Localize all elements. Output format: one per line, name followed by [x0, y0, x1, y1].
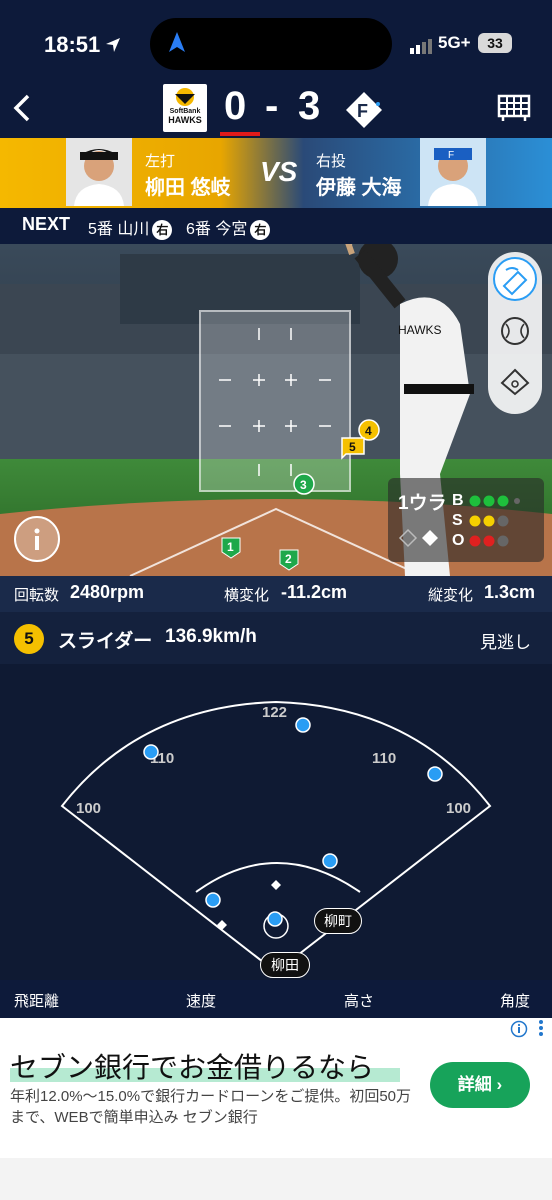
hand-badge: 右 [250, 220, 271, 240]
svg-text:4: 4 [365, 424, 372, 438]
strikes-label: S [452, 512, 463, 529]
bases-icon [398, 528, 438, 548]
ad-details-button[interactable]: 詳細 › [430, 1062, 530, 1108]
hawks-emblem-icon [175, 88, 195, 106]
strike-zone-grid [219, 328, 331, 476]
batting-team-indicator [220, 132, 260, 136]
hbreak-value: -11.2cm [281, 582, 348, 602]
clock: 18:51 [44, 32, 101, 57]
pitcher-photo[interactable]: F [420, 138, 486, 206]
info-icon [34, 528, 40, 550]
stat-speed: 速度 [186, 993, 217, 1010]
outs-label: O [452, 532, 465, 549]
count-lights [469, 495, 520, 547]
stat-distance: 飛距離 [14, 993, 60, 1010]
home-team-logo: SoftBank HAWKS [163, 84, 207, 132]
navigation-icon [169, 32, 185, 52]
vbreak-value: 1.3cm [484, 582, 536, 602]
batter-tag[interactable]: 柳田 [260, 952, 310, 978]
signal-icon [410, 39, 432, 54]
pitch-marker-5[interactable]: 5 [340, 436, 366, 460]
svg-text:F: F [357, 101, 368, 121]
batter-hand: 左打 [145, 153, 176, 170]
diamond-field-icon[interactable] [498, 364, 532, 398]
hand-badge: 右 [152, 220, 173, 240]
batted-ball-stats [0, 980, 552, 1018]
scoreboard-icon[interactable] [497, 94, 531, 122]
inning-label: 1ウラ [398, 493, 447, 514]
pitcher-name: 伊藤 大海 [316, 177, 402, 199]
pitch-view-icon[interactable] [492, 256, 538, 302]
svg-text:3: 3 [300, 478, 307, 492]
next-batter-1[interactable]: 5番 山川右 [88, 215, 173, 240]
batter-name: 柳田 悠岐 [145, 177, 231, 199]
svg-text:F: F [448, 150, 454, 161]
next-batter-2[interactable]: 6番 今宮右 [186, 215, 271, 240]
vbreak-label: 縦変化 [428, 587, 474, 604]
hbreak-label: 横変化 [224, 587, 270, 604]
pitch-type: スライダー [58, 631, 153, 652]
stat-angle: 角度 [500, 993, 531, 1010]
pitch-result: 見逃し [480, 633, 531, 652]
spin-value: 2480rpm [70, 582, 145, 602]
pitcher-hand: 右投 [316, 153, 347, 170]
away-score: 3 [298, 84, 321, 128]
network-type: 5G+ [438, 33, 471, 52]
fighters-logo-icon: F [346, 92, 382, 128]
battery-level: 33 [478, 33, 512, 53]
ad-menu-icon[interactable] [536, 1018, 546, 1038]
spin-label: 回転数 [14, 587, 60, 604]
pitch-marker-2[interactable]: 2 [278, 548, 300, 572]
score-separator: - [265, 84, 279, 128]
ad-info-icon[interactable] [510, 1020, 528, 1038]
svg-text:5: 5 [349, 440, 356, 454]
ad-body: 年利12.0%〜15.0%で銀行カードローンをご提供。初回50万まで、WEBで簡… [10, 1088, 412, 1126]
ad-title[interactable]: セブン銀行でお金借りるなら [10, 1046, 374, 1086]
svg-text:HAWKS: HAWKS [398, 323, 442, 337]
svg-text:2: 2 [285, 552, 292, 566]
runner-tag[interactable]: 柳町 [314, 908, 362, 934]
info-button[interactable] [14, 516, 60, 562]
vs-label: VS [260, 156, 298, 187]
stat-height: 高さ [344, 993, 375, 1010]
next-batters-bar [0, 208, 552, 244]
pitch-marker-3[interactable]: 3 [292, 472, 316, 496]
back-button[interactable] [10, 92, 38, 124]
pitch-speed: 136.9km/h [165, 626, 257, 647]
home-score: 0 [224, 84, 247, 128]
location-icon [106, 38, 120, 52]
pitch-marker-1[interactable]: 1 [220, 536, 242, 560]
next-label: NEXT [22, 214, 71, 234]
pitch-number-badge: 5 [14, 624, 44, 654]
svg-text:1: 1 [227, 540, 234, 554]
fielder-positions [143, 717, 443, 927]
bottom-area [0, 1158, 552, 1200]
baseball-icon[interactable] [498, 314, 532, 348]
balls-label: B [452, 492, 464, 509]
batter-photo[interactable] [66, 138, 132, 206]
